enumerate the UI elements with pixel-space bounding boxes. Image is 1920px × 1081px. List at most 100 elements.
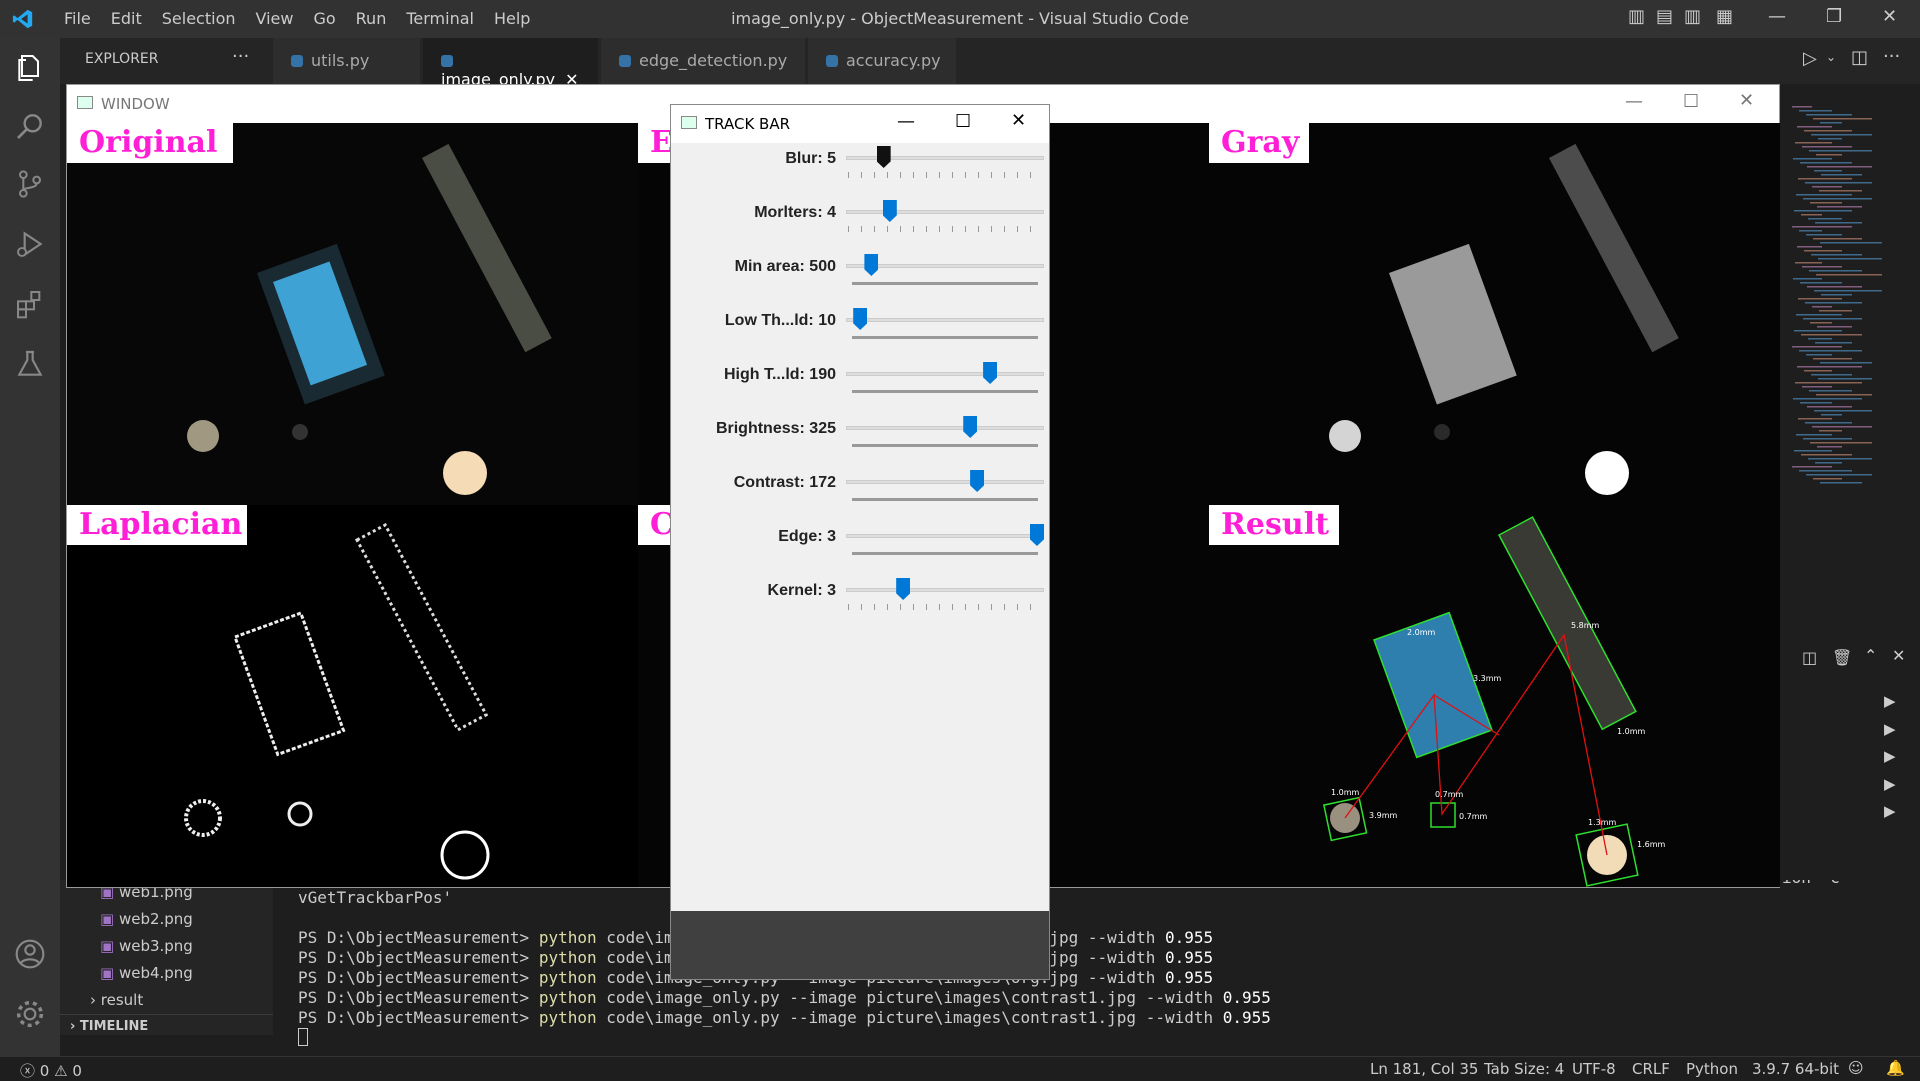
terminal-instance-icon[interactable]: ▶ (1884, 771, 1896, 799)
slider-track[interactable] (846, 318, 1044, 322)
minimap-line (1797, 366, 1862, 368)
minimize-icon[interactable]: — (897, 111, 915, 132)
menu-view[interactable]: View (246, 9, 304, 28)
maximize-icon[interactable]: ☐ (955, 111, 971, 132)
search-icon[interactable] (14, 110, 46, 142)
close-icon[interactable]: ✕ (1882, 6, 1897, 27)
menu-edit[interactable]: Edit (101, 9, 152, 28)
line-ending[interactable]: CRLF (1632, 1060, 1670, 1078)
file-item-web2[interactable]: ▣ web2.png (100, 910, 193, 928)
close-icon[interactable]: ✕ (1011, 110, 1026, 131)
account-icon[interactable] (14, 938, 46, 970)
slider-label: Morlters: 4 (754, 204, 836, 221)
terminal-instance-icon[interactable]: ▶ (1884, 743, 1896, 771)
slider-thumb[interactable] (970, 470, 985, 492)
close-icon[interactable]: ✕ (1739, 90, 1754, 111)
notifications-bell-icon[interactable]: 🔔 (1886, 1059, 1905, 1077)
terminal-instance-icon[interactable]: ▶ (1884, 798, 1896, 826)
slider-thumb[interactable] (1030, 524, 1044, 546)
restore-icon[interactable]: ❐ (1826, 6, 1842, 27)
toggle-sidebar-icon[interactable]: ▥ (1628, 6, 1645, 27)
encoding[interactable]: UTF-8 (1572, 1060, 1616, 1078)
more-actions-icon[interactable]: ··· (232, 46, 249, 67)
activity-bar (0, 38, 60, 1056)
problems-status[interactable]: ⓧ 0 ⚠ 0 (20, 1060, 82, 1081)
slider-thumb[interactable] (864, 254, 879, 276)
minimap[interactable] (1780, 84, 1920, 504)
folder-item-result[interactable]: › result (90, 991, 143, 1009)
menu-selection[interactable]: Selection (152, 9, 246, 28)
feedback-icon[interactable]: ☺ (1848, 1059, 1864, 1077)
python-interpreter[interactable]: 3.9.7 64-bit (1752, 1060, 1839, 1078)
split-terminal-icon[interactable]: ◫ (1802, 648, 1817, 667)
menu-run[interactable]: Run (346, 9, 397, 28)
minimize-icon[interactable]: — (1625, 91, 1643, 112)
split-editor-icon[interactable]: ◫ (1851, 47, 1868, 68)
terminal-toolbar: ◫ 🗑 ⌃ ✕ ▶ ▶ ▶ ▶ ▶ (1780, 644, 1920, 880)
chevron-down-icon[interactable]: ⌄ (1826, 50, 1836, 64)
sidebar-header: EXPLORER ··· (60, 38, 273, 84)
extensions-icon[interactable] (14, 288, 46, 320)
minimap-line (1793, 398, 1862, 400)
testing-icon[interactable] (14, 348, 46, 380)
settings-gear-icon[interactable] (14, 998, 46, 1030)
terminal-instance-icon[interactable]: ▶ (1884, 688, 1896, 716)
tab-size[interactable]: Tab Size: 4 (1484, 1060, 1564, 1078)
timeline-section[interactable]: › TIMELINE (60, 1014, 273, 1035)
menu-terminal[interactable]: Terminal (396, 9, 484, 28)
slider-track[interactable] (846, 210, 1044, 214)
tab-edge-detection[interactable]: edge_detection.py (601, 38, 805, 84)
minimap-line (1818, 258, 1882, 260)
cursor-position[interactable]: Ln 181, Col 35 (1370, 1060, 1478, 1078)
tab-accuracy[interactable]: accuracy.py (808, 38, 956, 84)
slider-track[interactable] (846, 534, 1044, 538)
terminal-instance-icon[interactable]: ▶ (1884, 716, 1896, 744)
slider-track[interactable] (846, 588, 1044, 592)
slider-thumb[interactable] (963, 416, 978, 438)
slider-track[interactable] (846, 372, 1044, 376)
terminal-line: PS D:\ObjectMeasurement> python code\ima… (298, 988, 1271, 1008)
measure-label: 5.8mm (1571, 621, 1600, 630)
tab-utils[interactable]: utils.py (273, 38, 420, 84)
run-debug-icon[interactable] (14, 228, 46, 260)
slider-thumb[interactable] (896, 578, 911, 600)
explorer-icon[interactable] (14, 52, 46, 84)
editor-more-icon[interactable]: ··· (1883, 46, 1900, 67)
minimap-line (1807, 406, 1852, 408)
language-mode[interactable]: Python (1686, 1060, 1738, 1078)
slider-track[interactable] (846, 156, 1044, 160)
slider-thumb[interactable] (853, 308, 868, 330)
slider-thumb[interactable] (983, 362, 998, 384)
menu-go[interactable]: Go (303, 9, 345, 28)
minimap-line (1816, 154, 1842, 156)
slider-track[interactable] (846, 426, 1044, 430)
slider-track[interactable] (846, 480, 1044, 484)
run-file-icon[interactable]: ▷ (1803, 48, 1817, 69)
customize-layout-icon[interactable]: ▦ (1716, 6, 1733, 27)
terminal-panel[interactable]: vGetTrackbarPos' PS D:\ObjectMeasurement… (273, 880, 1920, 1056)
minimap-line (1810, 202, 1842, 204)
trash-icon[interactable]: 🗑 (1832, 648, 1852, 667)
minimap-line (1809, 270, 1862, 272)
file-item-web3[interactable]: ▣ web3.png (100, 937, 193, 955)
toggle-secondary-sidebar-icon[interactable]: ▥ (1684, 6, 1701, 27)
minimap-line (1799, 350, 1862, 352)
tab-image-only[interactable]: image_only.py ✕ (423, 38, 598, 89)
trackbar-window[interactable]: TRACK BAR — ☐ ✕ Blur: 5 Morlters: 4 Min ar… (670, 104, 1050, 980)
toggle-panel-icon[interactable]: ▤ (1656, 6, 1673, 27)
minimize-icon[interactable]: — (1768, 6, 1786, 27)
slider-label: Edge: 3 (778, 528, 836, 545)
file-item-web4[interactable]: ▣ web4.png (100, 964, 193, 982)
minimap-line (1801, 454, 1852, 456)
slider-thumb[interactable] (876, 146, 891, 168)
slider-thumb[interactable] (882, 200, 897, 222)
menu-help[interactable]: Help (484, 9, 540, 28)
source-control-icon[interactable] (14, 168, 46, 200)
menu-file[interactable]: File (54, 9, 101, 28)
minimap-line (1796, 434, 1832, 436)
slider-scale (852, 282, 1038, 285)
maximize-panel-icon[interactable]: ⌃ (1864, 646, 1877, 665)
maximize-icon[interactable]: ☐ (1683, 91, 1699, 112)
slider-row: Blur: 5 (671, 146, 1051, 204)
close-panel-icon[interactable]: ✕ (1892, 646, 1905, 665)
